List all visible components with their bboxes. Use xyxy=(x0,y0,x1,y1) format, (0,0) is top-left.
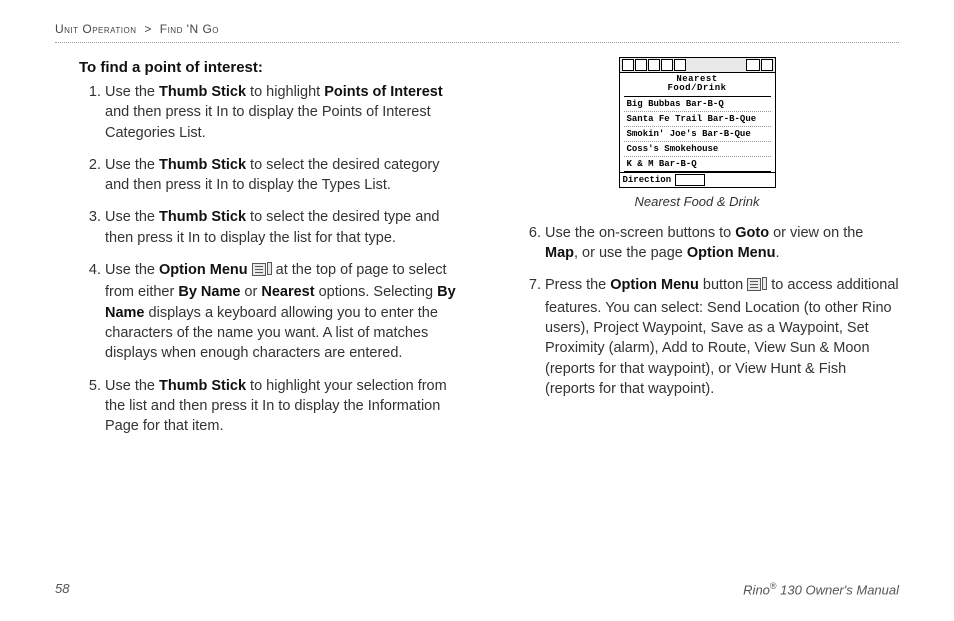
step-7: Press the Option Menu button to access a… xyxy=(545,275,899,399)
toolbar-icon xyxy=(674,59,686,71)
breadcrumb-page: Find 'N Go xyxy=(160,22,219,36)
device-toolbar xyxy=(620,58,775,73)
list-item: Coss's Smokehouse xyxy=(624,142,771,157)
list-item: K & M Bar-B-Q xyxy=(624,157,771,171)
close-icon xyxy=(761,59,773,71)
breadcrumb-sep: > xyxy=(144,22,152,36)
page-footer: 58 Rino® 130 Owner's Manual xyxy=(55,581,899,597)
breadcrumb: Unit Operation > Find 'N Go xyxy=(55,22,899,36)
steps-list-left: Use the Thumb Stick to highlight Points … xyxy=(79,82,459,436)
section-heading: To find a point of interest: xyxy=(79,59,459,76)
step-1: Use the Thumb Stick to highlight Points … xyxy=(105,82,459,143)
step-5: Use the Thumb Stick to highlight your se… xyxy=(105,376,459,437)
list-item: Smokin' Joe's Bar-B-Que xyxy=(624,127,771,142)
product-footer: Rino® 130 Owner's Manual xyxy=(743,581,899,597)
device-title: Nearest Food/Drink xyxy=(620,73,775,96)
list-item: Santa Fe Trail Bar-B-Que xyxy=(624,112,771,127)
device-figure: Nearest Food/Drink Big Bubbas Bar-B-Q Sa… xyxy=(495,57,899,209)
page-number: 58 xyxy=(55,581,69,597)
step-6: Use the on-screen buttons to Goto or vie… xyxy=(545,223,899,264)
toolbar-icon xyxy=(648,59,660,71)
step-4: Use the Option Menu at the top of page t… xyxy=(105,260,459,363)
left-column: To find a point of interest: Use the Thu… xyxy=(55,57,459,448)
step-3: Use the Thumb Stick to select the desire… xyxy=(105,207,459,248)
header-rule xyxy=(55,42,899,43)
toolbar-icon xyxy=(622,59,634,71)
direction-value xyxy=(675,174,705,186)
direction-label: Direction xyxy=(623,175,672,185)
device-screenshot: Nearest Food/Drink Big Bubbas Bar-B-Q Sa… xyxy=(619,57,776,188)
toolbar-icon xyxy=(635,59,647,71)
steps-list-right: Use the on-screen buttons to Goto or vie… xyxy=(519,223,899,399)
device-result-list: Big Bubbas Bar-B-Q Santa Fe Trail Bar-B-… xyxy=(624,96,771,172)
two-column-layout: To find a point of interest: Use the Thu… xyxy=(55,57,899,448)
toolbar-icon xyxy=(661,59,673,71)
device-footer: Direction xyxy=(620,172,775,187)
option-menu-icon xyxy=(252,262,272,282)
option-menu-icon xyxy=(746,59,760,71)
breadcrumb-section: Unit Operation xyxy=(55,22,137,36)
step-2: Use the Thumb Stick to select the desire… xyxy=(105,155,459,196)
right-column: Nearest Food/Drink Big Bubbas Bar-B-Q Sa… xyxy=(495,57,899,448)
option-menu-icon xyxy=(747,277,767,297)
figure-caption: Nearest Food & Drink xyxy=(635,194,760,209)
list-item: Big Bubbas Bar-B-Q xyxy=(624,97,771,112)
registered-mark: ® xyxy=(770,581,777,591)
manual-page: Unit Operation > Find 'N Go To find a po… xyxy=(0,0,954,621)
